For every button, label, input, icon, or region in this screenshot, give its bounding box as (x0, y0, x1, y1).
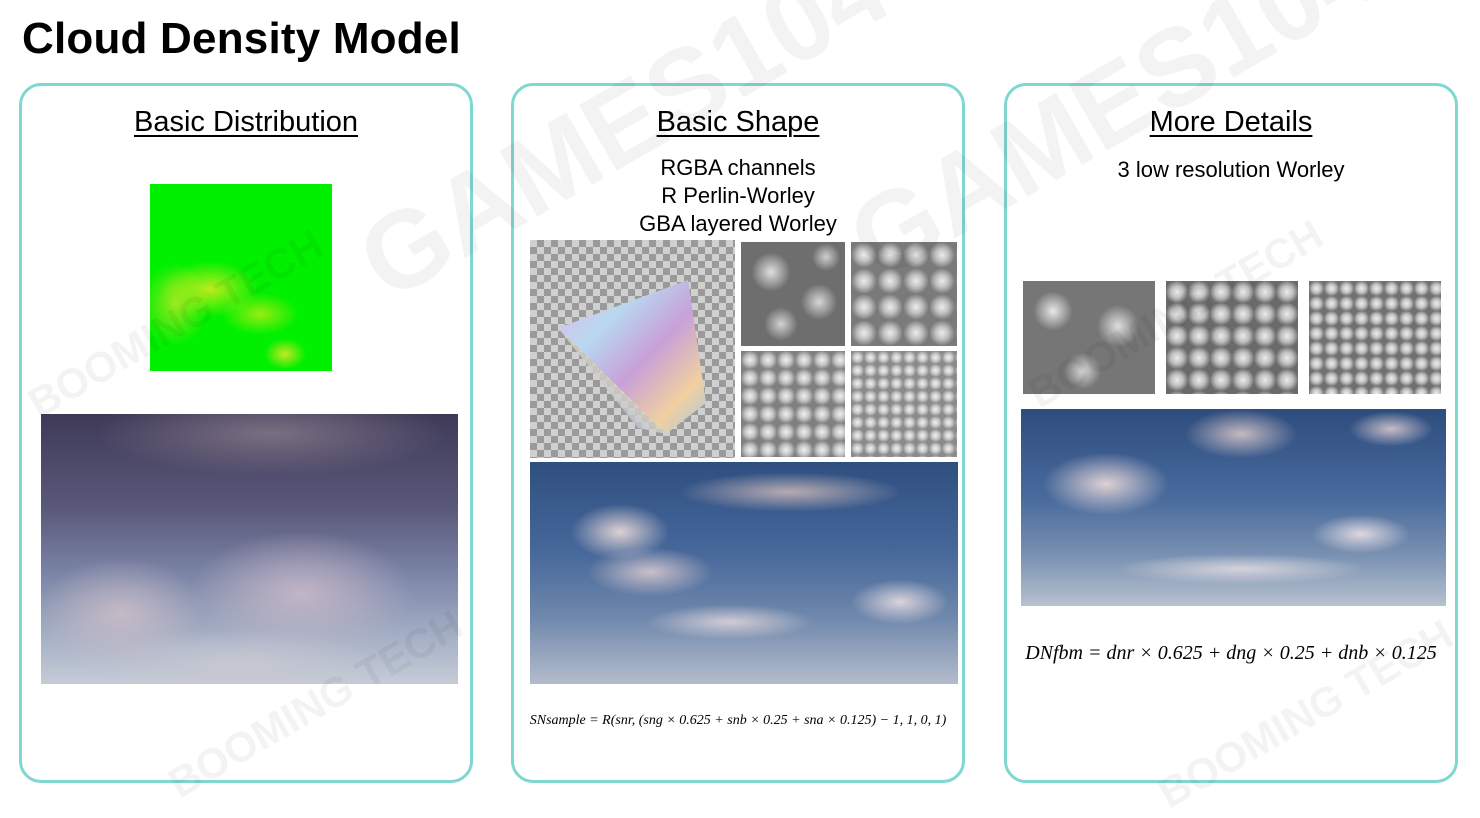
subtitle-line: GBA layered Worley (639, 211, 837, 236)
worley-noise-image (851, 242, 957, 346)
cloud-render-image (41, 414, 458, 684)
panel-heading: Basic Distribution (133, 106, 359, 138)
subtitle-line: R Perlin-Worley (661, 183, 815, 208)
noise-3d-texture-image (530, 240, 735, 458)
panel-more-details: More Details 3 low resolution Worley DNf… (1004, 83, 1458, 783)
panel-basic-shape: Basic Shape RGBA channels R Perlin-Worle… (511, 83, 965, 783)
worley-noise-image (741, 351, 845, 457)
subtitle-line: RGBA channels (660, 155, 816, 180)
panel-basic-distribution: Basic Distribution (19, 83, 473, 783)
subtitle-line: 3 low resolution Worley (1117, 157, 1345, 182)
cloud-render-image (1021, 409, 1446, 606)
worley-noise-image (1023, 281, 1155, 394)
sample-formula: SNsample = R(snr, (sng × 0.625 + snb × 0… (529, 713, 947, 728)
worley-noise-image (741, 242, 845, 346)
panel-heading: More Details (1149, 106, 1313, 138)
worley-noise-image (1166, 281, 1298, 394)
worley-noise-image (1309, 281, 1441, 394)
worley-noise-image (851, 351, 957, 457)
slide-title: Cloud Density Model (22, 14, 461, 63)
fbm-formula: DNfbm = dnr × 0.625 + dng × 0.25 + dnb ×… (1025, 642, 1437, 664)
noise-cube-image (558, 280, 706, 434)
cloud-render-image (530, 462, 958, 684)
height-map-image (150, 184, 332, 371)
panel-heading: Basic Shape (656, 106, 820, 138)
